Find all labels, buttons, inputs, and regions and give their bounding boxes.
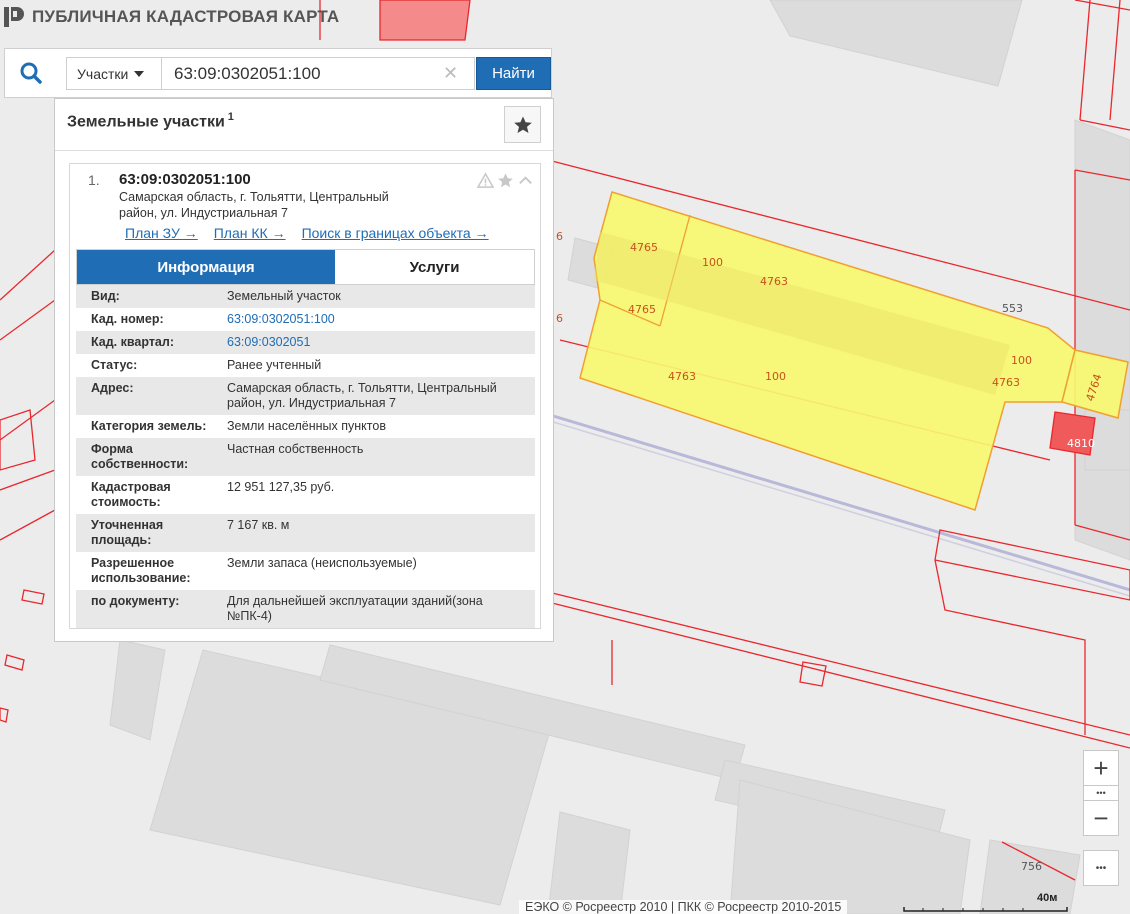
plan-zu-link[interactable]: План ЗУ → [125, 225, 198, 241]
row-label: Адрес: [91, 381, 134, 395]
zoom-level-indicator: ••• [1083, 786, 1119, 800]
row-label: Разрешенное использование: [91, 556, 191, 585]
search-icon[interactable] [18, 60, 44, 86]
zoom-out-button[interactable]: − [1083, 800, 1119, 836]
table-row: Уточненная площадь: 7 167 кв. м [76, 514, 535, 552]
map-label: 553 [1002, 302, 1023, 315]
map-label: 100 [702, 256, 723, 269]
divider [55, 150, 553, 151]
map-label: 6 [556, 230, 563, 243]
row-value-link[interactable]: 63:09:0302051 [227, 331, 535, 354]
row-value: Ранее учтенный [227, 358, 322, 372]
map-label: 6 [556, 312, 563, 325]
search-type-label: Участки [77, 65, 129, 82]
chevron-up-icon[interactable] [517, 172, 534, 189]
clear-icon[interactable]: ✕ [443, 63, 458, 83]
row-value: Земли запаса (неиспользуемые) [227, 556, 417, 570]
table-row: Кадастровая стоимость: 12 951 127,35 руб. [76, 476, 535, 514]
row-label: Вид: [91, 289, 120, 303]
info-table: Вид: Земельный участок Кад. номер: 63:09:0… [76, 285, 535, 628]
search-input[interactable] [161, 57, 475, 90]
row-value: 7 167 кв. м [227, 518, 290, 532]
star-icon [513, 116, 532, 133]
highlighted-parcel [379, 0, 471, 41]
map-label: 100 [765, 370, 786, 383]
table-row: Кад. квартал: 63:09:0302051 [76, 331, 535, 354]
star-icon[interactable] [497, 172, 514, 189]
result-card: 1. 63:09:0302051:100 Самарская область, … [69, 163, 541, 629]
row-value: Земельный участок [227, 289, 341, 303]
table-row: Разрешенное использование: Земли запаса (… [76, 552, 535, 590]
row-label: Кадастровая стоимость: [91, 480, 171, 509]
row-label: Кад. номер: [91, 312, 164, 326]
row-label: Кад. квартал: [91, 335, 174, 349]
search-bar: Участки ✕ Найти [4, 48, 552, 98]
map-label: 4810 [1067, 437, 1095, 450]
row-value-link[interactable]: 63:09:0302051:100 [227, 308, 535, 331]
row-value: 12 951 127,35 руб. [227, 480, 335, 494]
table-row: Категория земель: Земли населённых пункто… [76, 415, 535, 438]
tab-info[interactable]: Информация [77, 250, 335, 284]
table-row: по документу: Для дальнейшей эксплуатации… [76, 590, 535, 628]
rosreestr-logo-icon [4, 7, 24, 27]
scale-label: 40м [1037, 892, 1058, 904]
result-actions [477, 172, 534, 189]
plan-kk-link[interactable]: План КК → [214, 225, 286, 241]
panel-title: Земельные участки 1 [67, 111, 234, 131]
warning-icon[interactable] [477, 172, 494, 189]
tab-services[interactable]: Услуги [335, 250, 534, 284]
row-value: Для дальнейшей эксплуатации зданий(зона … [227, 594, 483, 623]
row-label: Категория земель: [91, 419, 207, 433]
map-label: 4763 [668, 370, 696, 383]
result-index: 1. [88, 172, 100, 188]
row-value: Частная собственность [227, 442, 364, 456]
more-options-button[interactable]: ••• [1083, 850, 1119, 886]
row-value: Самарская область, г. Тольятти, Централь… [227, 381, 497, 410]
row-value: Земли населённых пунктов [227, 419, 386, 433]
map-label: 756 [1021, 860, 1042, 873]
result-count: 1 [227, 111, 234, 123]
result-tabs: Информация Услуги [76, 249, 535, 285]
map-label: 4765 [628, 303, 656, 316]
table-row: Статус: Ранее учтенный [76, 354, 535, 377]
row-label: Уточненная площадь: [91, 518, 164, 547]
map-label: 4765 [630, 241, 658, 254]
result-links: План ЗУ → План КК → Поиск в границах объ… [125, 225, 489, 241]
app-header: ПУБЛИЧНАЯ КАДАСТРОВАЯ КАРТА [0, 0, 339, 34]
table-row: Кад. номер: 63:09:0302051:100 [76, 308, 535, 331]
table-row: Форма собственности: Частная собственност… [76, 438, 535, 476]
search-type-select[interactable]: Участки [66, 57, 161, 90]
map-label: 100 [1011, 354, 1032, 367]
map-label: 4763 [760, 275, 788, 288]
row-label: Статус: [91, 358, 138, 372]
zoom-in-button[interactable]: + [1083, 750, 1119, 786]
table-row: Вид: Земельный участок [76, 285, 535, 308]
row-label: Форма собственности: [91, 442, 189, 471]
building [547, 811, 631, 914]
result-cadastral-number[interactable]: 63:09:0302051:100 [119, 171, 251, 188]
result-address: Самарская область, г. Тольятти, Централь… [119, 190, 389, 220]
building [1074, 119, 1130, 561]
chevron-down-icon [134, 70, 145, 77]
table-row: Адрес: Самарская область, г. Тольятти, Це… [76, 377, 535, 415]
map-label: 4763 [992, 376, 1020, 389]
row-label: по документу: [91, 594, 180, 608]
search-button[interactable]: Найти [476, 57, 551, 90]
results-panel: Земельные участки 1 1. 63:09:0302051:100 … [54, 98, 554, 642]
attribution-text: ЕЭКО © Росреестр 2010 | ПКК © Росреестр … [519, 900, 848, 914]
app-title: ПУБЛИЧНАЯ КАДАСТРОВАЯ КАРТА [32, 7, 340, 26]
favorites-button[interactable] [504, 106, 541, 143]
search-in-bounds-link[interactable]: Поиск в границах объекта → [302, 225, 489, 241]
panel-title-text: Земельные участки [67, 113, 225, 131]
